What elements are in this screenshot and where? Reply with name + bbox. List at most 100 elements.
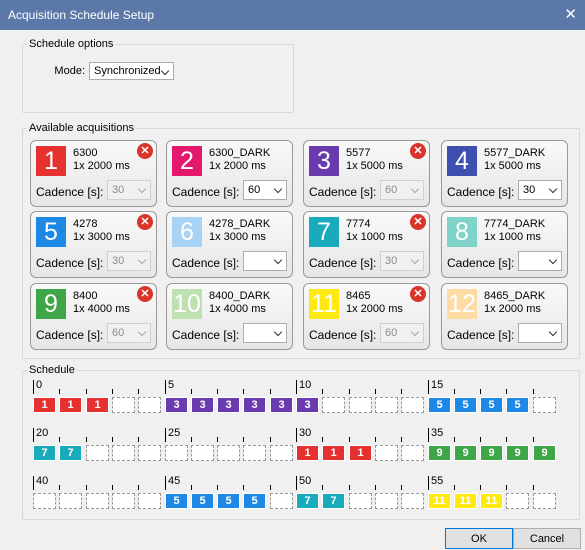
- timeline-tick: [375, 485, 376, 490]
- acquisition-card[interactable]: 12 8465_DARK 1x 2000 ms Cadence [s]:: [441, 283, 568, 350]
- schedule-slot[interactable]: [401, 445, 424, 461]
- schedule-slot[interactable]: [86, 445, 109, 461]
- cancel-button[interactable]: Cancel: [513, 528, 581, 549]
- schedule-slot[interactable]: [138, 493, 161, 509]
- acquisition-card[interactable]: 5 4278 1x 3000 ms ✕ Cadence [s]: 30: [30, 211, 157, 278]
- acquisition-card[interactable]: 8 7774_DARK 1x 1000 ms Cadence [s]:: [441, 211, 568, 278]
- mode-select[interactable]: Synchronized: [89, 62, 174, 80]
- schedule-slot[interactable]: 5: [506, 397, 529, 413]
- cadence-label: Cadence [s]:: [309, 328, 377, 342]
- schedule-slot[interactable]: [165, 445, 188, 461]
- acquisition-card[interactable]: 7 7774 1x 1000 ms ✕ Cadence [s]: 30: [303, 211, 430, 278]
- schedule-slot[interactable]: [112, 493, 135, 509]
- acquisition-card[interactable]: 9 8400 1x 4000 ms ✕ Cadence [s]: 60: [30, 283, 157, 350]
- cadence-select[interactable]: [243, 323, 287, 343]
- schedule-slot[interactable]: 1: [296, 445, 319, 461]
- schedule-slot[interactable]: 5: [165, 493, 188, 509]
- remove-icon[interactable]: ✕: [137, 143, 153, 159]
- cadence-label: Cadence [s]:: [36, 328, 104, 342]
- schedule-slot[interactable]: [86, 493, 109, 509]
- schedule-slot[interactable]: [59, 493, 82, 509]
- schedule-slot[interactable]: [138, 397, 161, 413]
- remove-icon[interactable]: ✕: [137, 214, 153, 230]
- cadence-select[interactable]: [518, 251, 562, 271]
- schedule-slot[interactable]: 5: [454, 397, 477, 413]
- schedule-slot[interactable]: 11: [428, 493, 451, 509]
- timeline-tick: [480, 485, 481, 490]
- acquisition-card[interactable]: 10 8400_DARK 1x 4000 ms Cadence [s]:: [166, 283, 293, 350]
- timeline-tick: [270, 485, 271, 490]
- schedule-slot[interactable]: 1: [33, 397, 56, 413]
- timeline-tick: [138, 485, 139, 490]
- schedule-slot[interactable]: 9: [480, 445, 503, 461]
- acquisition-card[interactable]: 1 6300 1x 2000 ms ✕ Cadence [s]: 30: [30, 140, 157, 207]
- schedule-slot[interactable]: 9: [533, 445, 556, 461]
- close-icon[interactable]: ✕: [564, 5, 577, 23]
- schedule-slot[interactable]: [533, 493, 556, 509]
- schedule-slot[interactable]: 11: [480, 493, 503, 509]
- schedule-slot[interactable]: [243, 445, 266, 461]
- schedule-slot[interactable]: [270, 445, 293, 461]
- acquisition-card[interactable]: 3 5577 1x 5000 ms ✕ Cadence [s]: 60: [303, 140, 430, 207]
- schedule-slot[interactable]: [375, 397, 398, 413]
- remove-icon[interactable]: ✕: [410, 143, 426, 159]
- cadence-select[interactable]: [243, 251, 287, 271]
- schedule-slot[interactable]: [322, 397, 345, 413]
- schedule-slot[interactable]: [349, 493, 372, 509]
- schedule-slot[interactable]: [112, 445, 135, 461]
- remove-icon[interactable]: ✕: [137, 286, 153, 302]
- cadence-select[interactable]: [518, 323, 562, 343]
- acquisition-card[interactable]: 11 8465 1x 2000 ms ✕ Cadence [s]: 60: [303, 283, 430, 350]
- schedule-slot[interactable]: [375, 493, 398, 509]
- schedule-options-legend: Schedule options: [29, 38, 114, 50]
- schedule-slot[interactable]: 7: [322, 493, 345, 509]
- schedule-slot[interactable]: 5: [243, 493, 266, 509]
- cadence-select[interactable]: 30: [518, 180, 562, 200]
- schedule-slot[interactable]: [401, 397, 424, 413]
- timeline-tick: [349, 485, 350, 490]
- schedule-slot[interactable]: [217, 445, 240, 461]
- schedule-slot[interactable]: [533, 397, 556, 413]
- chevron-down-icon: [548, 184, 558, 194]
- schedule-slot[interactable]: 3: [270, 397, 293, 413]
- schedule-slot[interactable]: 3: [191, 397, 214, 413]
- schedule-slot[interactable]: 5: [191, 493, 214, 509]
- title-bar: Acquisition Schedule Setup ✕: [0, 0, 585, 30]
- schedule-slot[interactable]: 7: [33, 445, 56, 461]
- schedule-slot[interactable]: [375, 445, 398, 461]
- schedule-slot[interactable]: 1: [322, 445, 345, 461]
- schedule-slot[interactable]: [138, 445, 161, 461]
- schedule-slot[interactable]: 1: [59, 397, 82, 413]
- schedule-slot[interactable]: 1: [349, 445, 372, 461]
- schedule-slot[interactable]: 7: [59, 445, 82, 461]
- schedule-slot[interactable]: [191, 445, 214, 461]
- schedule-slot[interactable]: 3: [217, 397, 240, 413]
- acquisition-card[interactable]: 2 6300_DARK 1x 2000 ms Cadence [s]: 60: [166, 140, 293, 207]
- schedule-slot[interactable]: [112, 397, 135, 413]
- schedule-slot[interactable]: 7: [296, 493, 319, 509]
- schedule-slot[interactable]: 3: [165, 397, 188, 413]
- acquisition-card[interactable]: 4 5577_DARK 1x 5000 ms Cadence [s]: 30: [441, 140, 568, 207]
- acquisition-card[interactable]: 6 4278_DARK 1x 3000 ms Cadence [s]:: [166, 211, 293, 278]
- schedule-slot[interactable]: 5: [217, 493, 240, 509]
- schedule-slot[interactable]: [33, 493, 56, 509]
- remove-icon[interactable]: ✕: [410, 286, 426, 302]
- schedule-slot[interactable]: 1: [86, 397, 109, 413]
- schedule-slot[interactable]: 5: [480, 397, 503, 413]
- schedule-slot[interactable]: 9: [428, 445, 451, 461]
- schedule-slot[interactable]: 9: [506, 445, 529, 461]
- cadence-select: 30: [380, 251, 424, 271]
- schedule-slot[interactable]: [506, 493, 529, 509]
- remove-icon[interactable]: ✕: [410, 214, 426, 230]
- cadence-select[interactable]: 60: [243, 180, 287, 200]
- ok-button[interactable]: OK: [445, 528, 513, 549]
- schedule-slot[interactable]: 5: [428, 397, 451, 413]
- schedule-slot[interactable]: 9: [454, 445, 477, 461]
- schedule-slot[interactable]: [270, 493, 293, 509]
- schedule-slot[interactable]: [401, 493, 424, 509]
- schedule-slot[interactable]: [349, 397, 372, 413]
- schedule-slot[interactable]: 3: [296, 397, 319, 413]
- schedule-slot[interactable]: 11: [454, 493, 477, 509]
- timeline-tick: [243, 389, 244, 394]
- schedule-slot[interactable]: 3: [243, 397, 266, 413]
